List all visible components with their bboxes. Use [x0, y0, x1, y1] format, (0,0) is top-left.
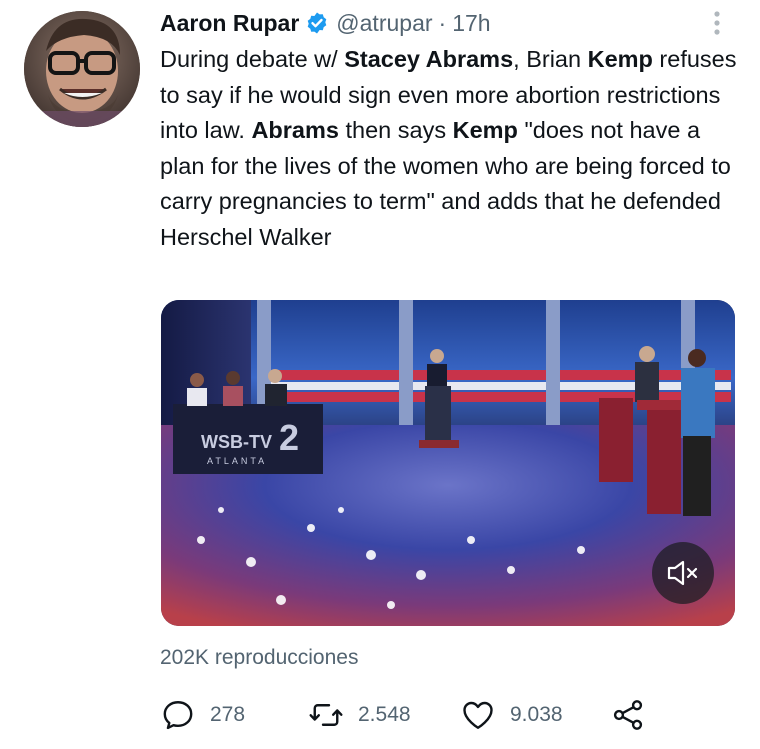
debate-video-frame: WSB-TV 2 ATLANTA	[161, 300, 735, 626]
view-count: 202K reproducciones	[160, 646, 359, 669]
header-separator: ·	[438, 9, 447, 36]
tweet-text-segment: During debate w/	[160, 46, 345, 72]
retweet-count: 2.548	[358, 703, 411, 726]
heart-icon	[463, 701, 493, 729]
reply-icon	[163, 701, 193, 730]
tweet-timestamp[interactable]: 17h	[452, 10, 490, 37]
like-count: 9.038	[510, 703, 563, 726]
reply-button[interactable]: 278	[160, 695, 245, 735]
station-logo-text: WSB-TV	[201, 432, 272, 452]
tweet: Aaron Rupar @atrupar · 17h During debate…	[0, 0, 760, 749]
tweet-text-bold-segment: Abrams	[251, 117, 339, 143]
retweet-button[interactable]: 2.548	[308, 695, 411, 735]
author-name[interactable]: Aaron Rupar	[160, 10, 299, 37]
reply-count: 278	[210, 703, 246, 726]
share-icon	[613, 700, 643, 730]
avatar-image	[24, 11, 140, 127]
tweet-text: During debate w/ Stacey Abrams, Brian Ke…	[160, 42, 740, 255]
verified-badge-icon	[305, 11, 329, 35]
tweet-text-bold-segment: Kemp	[587, 46, 653, 72]
tweet-text-bold-segment: Stacey Abrams	[344, 46, 514, 72]
station-city-text: ATLANTA	[207, 456, 267, 466]
tweet-text-bold-segment: Kemp	[452, 117, 518, 143]
avatar[interactable]	[24, 11, 140, 127]
retweet-icon	[309, 704, 343, 726]
tweet-text-segment: then says	[338, 117, 453, 143]
share-button[interactable]	[610, 695, 646, 735]
mute-button[interactable]	[652, 542, 714, 604]
tweet-text-segment: , Brian	[513, 46, 588, 72]
station-number-text: 2	[279, 417, 299, 458]
like-button[interactable]: 9.038	[460, 695, 563, 735]
volume-muted-icon	[667, 560, 698, 586]
author-handle[interactable]: @atrupar	[336, 10, 432, 37]
video-player[interactable]: WSB-TV 2 ATLANTA	[161, 300, 735, 626]
more-options-icon[interactable]	[706, 10, 728, 36]
tweet-header: Aaron Rupar @atrupar · 17h	[160, 8, 491, 38]
